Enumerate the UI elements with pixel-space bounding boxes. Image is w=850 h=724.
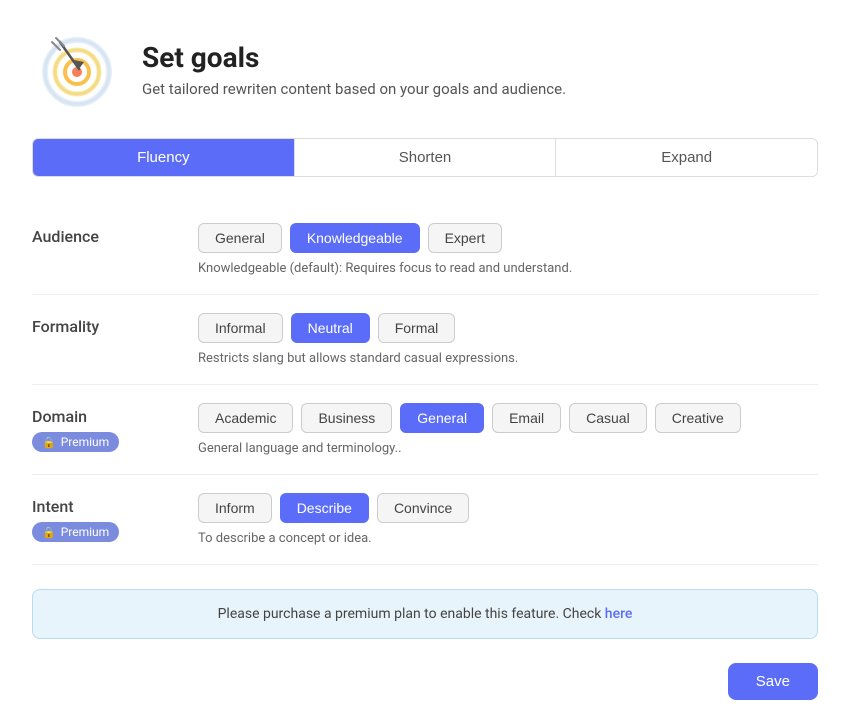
logo-icon [32, 24, 122, 114]
premium-notice: Please purchase a premium plan to enable… [32, 589, 818, 639]
premium-notice-link[interactable]: here [605, 606, 633, 622]
intent-label-area: Intent 🔒 Premium [32, 493, 182, 542]
formality-btn-group: Informal Neutral Formal [198, 313, 818, 343]
header: Set goals Get tailored rewriten content … [32, 24, 818, 114]
audience-btn-group: General Knowledgeable Expert [198, 223, 818, 253]
intent-section: Intent 🔒 Premium Inform Describe Convinc… [32, 475, 818, 565]
domain-section: Domain 🔒 Premium Academic Business Gener… [32, 385, 818, 475]
audience-option-knowledgeable[interactable]: Knowledgeable [290, 223, 420, 253]
formality-option-neutral[interactable]: Neutral [291, 313, 370, 343]
domain-btn-group: Academic Business General Email Casual C… [198, 403, 818, 433]
domain-option-casual[interactable]: Casual [569, 403, 647, 433]
audience-label-area: Audience [32, 223, 182, 246]
tab-expand[interactable]: Expand [556, 139, 817, 176]
domain-option-email[interactable]: Email [492, 403, 561, 433]
domain-option-academic[interactable]: Academic [198, 403, 293, 433]
page-title: Set goals [142, 41, 566, 74]
formality-content: Informal Neutral Formal Restricts slang … [198, 313, 818, 366]
formality-option-formal[interactable]: Formal [378, 313, 456, 343]
tab-shorten[interactable]: Shorten [295, 139, 557, 176]
domain-option-creative[interactable]: Creative [655, 403, 741, 433]
formality-description: Restricts slang but allows standard casu… [198, 351, 818, 366]
header-text: Set goals Get tailored rewriten content … [142, 41, 566, 98]
premium-notice-text: Please purchase a premium plan to enable… [218, 606, 602, 622]
domain-content: Academic Business General Email Casual C… [198, 403, 818, 456]
domain-premium-label: Premium [61, 435, 109, 449]
intent-premium-badge: 🔒 Premium [32, 522, 119, 542]
formality-label-area: Formality [32, 313, 182, 336]
lock-icon-intent: 🔒 [42, 526, 56, 539]
audience-label: Audience [32, 227, 182, 246]
lock-icon: 🔒 [42, 436, 56, 449]
domain-label: Domain [32, 407, 182, 426]
intent-btn-group: Inform Describe Convince [198, 493, 818, 523]
footer: Save [32, 655, 818, 700]
formality-option-informal[interactable]: Informal [198, 313, 283, 343]
domain-label-area: Domain 🔒 Premium [32, 403, 182, 452]
page-subtitle: Get tailored rewriten content based on y… [142, 80, 566, 98]
domain-description: General language and terminology.. [198, 441, 818, 456]
domain-option-general[interactable]: General [400, 403, 484, 433]
audience-option-general[interactable]: General [198, 223, 282, 253]
domain-option-business[interactable]: Business [301, 403, 392, 433]
tab-fluency[interactable]: Fluency [33, 139, 295, 176]
intent-option-inform[interactable]: Inform [198, 493, 272, 523]
intent-option-describe[interactable]: Describe [280, 493, 369, 523]
domain-premium-badge: 🔒 Premium [32, 432, 119, 452]
tab-bar: Fluency Shorten Expand [32, 138, 818, 177]
formality-section: Formality Informal Neutral Formal Restri… [32, 295, 818, 385]
intent-description: To describe a concept or idea. [198, 531, 818, 546]
intent-label: Intent [32, 497, 182, 516]
intent-option-convince[interactable]: Convince [377, 493, 469, 523]
audience-section: Audience General Knowledgeable Expert Kn… [32, 205, 818, 295]
audience-content: General Knowledgeable Expert Knowledgeab… [198, 223, 818, 276]
formality-label: Formality [32, 317, 182, 336]
audience-option-expert[interactable]: Expert [428, 223, 502, 253]
audience-description: Knowledgeable (default): Requires focus … [198, 261, 818, 276]
intent-premium-label: Premium [61, 525, 109, 539]
intent-content: Inform Describe Convince To describe a c… [198, 493, 818, 546]
save-button[interactable]: Save [728, 663, 818, 700]
